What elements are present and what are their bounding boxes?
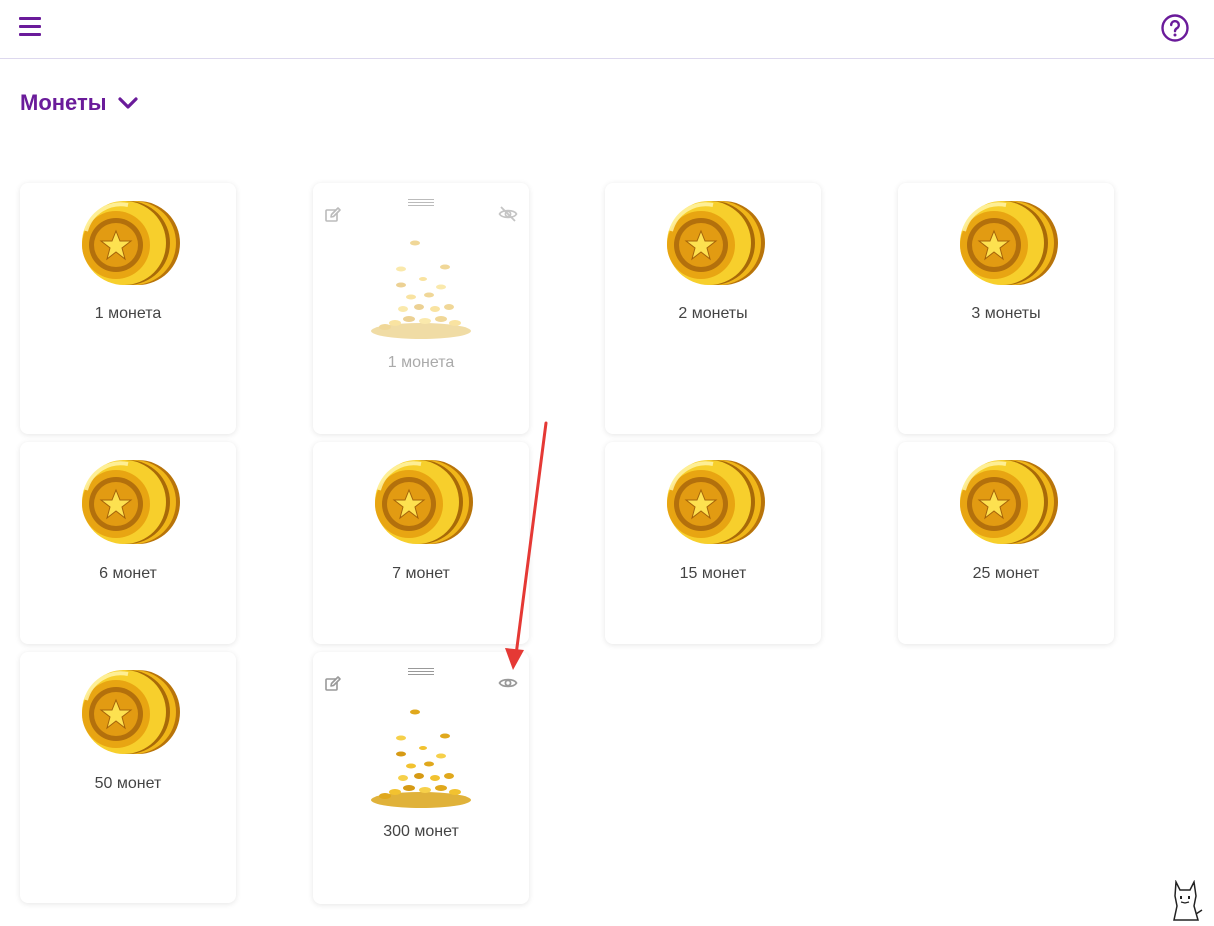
edit-icon[interactable] [324, 675, 342, 693]
product-label: 7 монет [392, 565, 450, 582]
product-card[interactable]: 15 монет [605, 442, 821, 644]
coin-stack-icon [958, 199, 1060, 287]
coin-stack-icon [958, 458, 1060, 546]
question-circle-icon[interactable] [1161, 14, 1189, 42]
product-label: 50 монет [94, 775, 162, 792]
product-card[interactable]: 1 монета [313, 183, 529, 434]
coin-stack-icon [80, 668, 182, 756]
section-toggle[interactable]: Монеты [20, 90, 139, 116]
coin-stack-icon [80, 199, 182, 287]
coin-stack-icon [373, 458, 475, 546]
product-label: 2 монеты [678, 305, 748, 322]
coin-stack-icon [80, 458, 182, 546]
product-card[interactable]: 6 монет [20, 442, 236, 644]
coin-pile-icon [371, 240, 471, 339]
section-title: Монеты [20, 90, 107, 115]
product-card[interactable]: 2 монеты [605, 183, 821, 434]
product-card[interactable]: 50 монет [20, 652, 236, 903]
product-label: 6 монет [99, 565, 157, 582]
coin-stack-icon [665, 458, 767, 546]
hamburger-icon[interactable] [19, 17, 41, 37]
cat-mascot-icon [1173, 880, 1203, 921]
eye-off-icon[interactable] [498, 205, 518, 223]
chevron-down-icon [117, 97, 138, 109]
product-card[interactable]: 3 монеты [898, 183, 1114, 434]
product-card[interactable]: 300 монет [313, 652, 529, 904]
product-label: 25 монет [972, 565, 1040, 582]
product-label: 300 монет [383, 823, 459, 840]
edit-icon[interactable] [324, 206, 342, 224]
eye-icon[interactable] [498, 675, 518, 691]
product-label: 1 монета [94, 305, 162, 322]
product-label: 15 монет [679, 565, 747, 582]
drag-handle[interactable] [408, 668, 434, 676]
coin-stack-icon [665, 199, 767, 287]
product-card[interactable]: 7 монет [313, 442, 529, 644]
product-label: 3 монеты [971, 305, 1041, 322]
product-card[interactable]: 25 монет [898, 442, 1114, 644]
drag-handle[interactable] [408, 199, 434, 207]
product-label: 1 монета [387, 354, 455, 371]
coin-pile-icon [371, 709, 471, 808]
product-card[interactable]: 1 монета [20, 183, 236, 434]
top-app-bar [0, 0, 1214, 59]
